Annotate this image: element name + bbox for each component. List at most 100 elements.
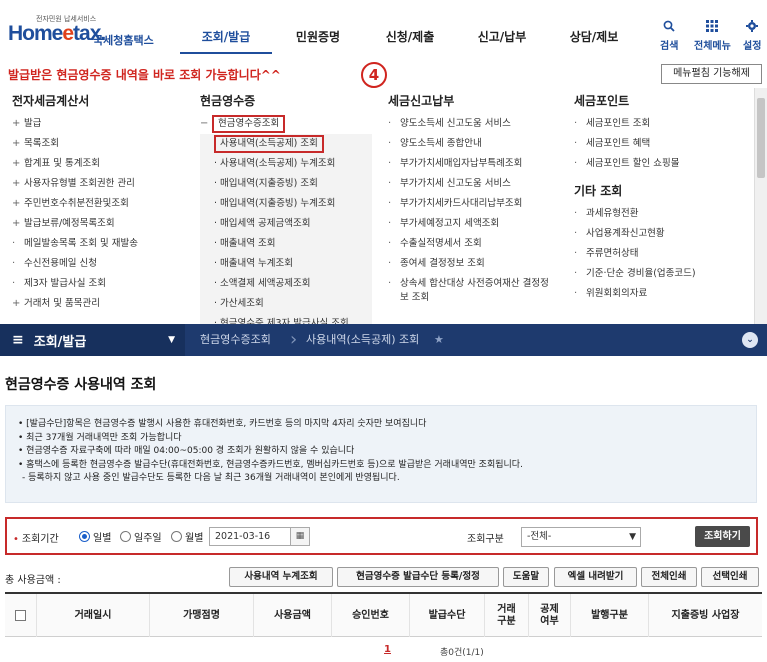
menu-item[interactable]: · 기준·단순 경비율(업종코드) — [574, 264, 696, 284]
all-menu-button[interactable]: 전체메뉴 — [694, 20, 731, 52]
submenu-item[interactable]: · 소액결제 세액공제조회 — [200, 274, 372, 294]
breadcrumb-home-menu[interactable]: ≡ 조회/발급 ▼ — [0, 324, 185, 356]
plus-icon: + — [12, 138, 21, 149]
menu-item[interactable]: + 주민번호수취분전환및조회 — [12, 194, 138, 214]
select-all-cell — [5, 594, 37, 637]
issue-method-register-button[interactable]: 현금영수증 발급수단 등록/정정 — [337, 567, 499, 587]
menu-item[interactable]: · 부가가치세 신고도움 서비스 — [388, 174, 549, 194]
type-select[interactable]: -전체- ▼ — [521, 527, 641, 547]
submenu-item[interactable]: · 매출내역 누계조회 — [200, 254, 372, 274]
menu-item[interactable]: + 합계표 및 통계조회 — [12, 154, 138, 174]
gnb-report-pay[interactable]: 신고/납부 — [456, 28, 548, 54]
bullet-icon: · — [574, 228, 578, 239]
mega-menu-scrollbar[interactable] — [754, 88, 767, 324]
excel-download-button[interactable]: 엑셀 내려받기 — [554, 567, 637, 587]
mega-menu: 전자세금계산서 + 발급 + 목록조회 + 합계표 및 통계조회 + 사용자유형별 조회… — [0, 88, 767, 334]
calendar-icon[interactable]: ▦ — [291, 527, 310, 546]
select-all-checkbox[interactable] — [15, 610, 26, 621]
menu-item[interactable]: · 상속세 합산대상 사전증여재산 결정정 — [388, 277, 549, 291]
menu-item[interactable]: · 주류면허상태 — [574, 244, 696, 264]
gnb-consult-report[interactable]: 상담/제보 — [548, 28, 640, 54]
menu-item[interactable]: · 부가가치세카드사대리납부조회 — [388, 194, 549, 214]
breadcrumb-item-usage[interactable]: 사용내역(소득공제) 조회 — [306, 324, 419, 356]
gnb-civil-cert[interactable]: 민원증명 — [272, 28, 364, 54]
menu-item[interactable]: · 세금포인트 조회 — [574, 114, 696, 134]
chevron-down-icon[interactable]: ⌄ — [742, 332, 758, 348]
menu-item[interactable]: · 과세유형전환 — [574, 204, 696, 224]
plus-icon: + — [12, 218, 21, 229]
bullet-icon: · — [574, 268, 578, 279]
menu-col-tax-point: 세금포인트 · 세금포인트 조회 · 세금포인트 혜택 · 세금포인트 할인 쇼핑몰 … — [574, 88, 696, 304]
menu-item[interactable]: · 위원회회의자료 — [574, 284, 696, 304]
radio-weekly[interactable]: 일주일 — [120, 529, 162, 544]
menu-item[interactable]: · 세금포인트 혜택 — [574, 134, 696, 154]
page-number-current[interactable]: 1 — [384, 644, 391, 655]
cumulative-inquiry-button[interactable]: 사용내역 누계조회 — [229, 567, 333, 587]
hometax-logo[interactable]: 전자민원 납세서비스 Homeetax. 국세청홈택스 — [8, 14, 168, 50]
print-selected-button[interactable]: 선택인쇄 — [701, 567, 759, 587]
search-icon — [663, 20, 675, 35]
menu-item[interactable]: · 세금포인트 할인 쇼핑몰 — [574, 154, 696, 174]
bullet-icon: · — [574, 208, 578, 219]
plus-icon: + — [12, 178, 21, 189]
menu-item-cont[interactable]: 보 조회 — [388, 291, 549, 305]
menu-item[interactable]: · 양도소득세 종합안내 — [388, 134, 549, 154]
caret-down-icon: ▼ — [168, 335, 175, 345]
menu-item[interactable]: · 양도소득세 신고도움 서비스 — [388, 114, 549, 134]
col-header-deduction: 공제 여부 — [529, 594, 571, 637]
menu-item[interactable]: + 사용자유형별 조회권한 관리 — [12, 174, 138, 194]
breadcrumb-item-cash-receipt[interactable]: 현금영수증조회 — [200, 324, 271, 356]
menu-item[interactable]: + 목록조회 — [12, 134, 138, 154]
bullet-icon: · — [388, 218, 392, 229]
bullet-icon: · — [388, 258, 392, 269]
submenu-item[interactable]: · 사용내역(소득공제) 누계조회 — [200, 154, 372, 174]
scrollbar-thumb[interactable] — [757, 98, 765, 178]
submenu-item[interactable]: · 매입내역(지출증빙) 조회 — [200, 174, 372, 194]
menu-expand-off-button[interactable]: 메뉴펼침 기능해제 — [661, 64, 762, 84]
menu-item[interactable]: · 메일발송목록 조회 및 재발송 — [12, 234, 138, 254]
minus-icon: − — [200, 118, 209, 129]
menu-item[interactable]: + 발급 — [12, 114, 138, 134]
notice-text: 발급받은 현금영수증 내역을 바로 조회 가능합니다^^ — [8, 68, 281, 82]
submenu-item[interactable]: · 매입내역(지출증빙) 누계조회 — [200, 194, 372, 214]
plus-icon: + — [12, 158, 21, 169]
menu-item[interactable]: + 거래처 및 품목관리 — [12, 294, 138, 314]
menu-item-active-parent[interactable]: − 현금영수증조회 — [200, 114, 372, 134]
search-util-label: 검색 — [660, 41, 679, 52]
menu-item[interactable]: · 사업용계좌신고현황 — [574, 224, 696, 244]
menu-item[interactable]: + 발급보류/예정목록조회 — [12, 214, 138, 234]
submenu-item[interactable]: · 매출내역 조회 — [200, 234, 372, 254]
menu-item[interactable]: · 수출실적명세서 조회 — [388, 234, 549, 254]
menu-col-title-other: 기타 조회 — [574, 184, 623, 198]
settings-button[interactable]: 설정 — [743, 20, 761, 52]
radio-monthly[interactable]: 월별 — [171, 529, 203, 544]
bullet-icon: · — [388, 158, 392, 169]
search-button[interactable]: 조회하기 — [695, 526, 750, 547]
submenu-list: 사용내역(소득공제) 조회 · 사용내역(소득공제) 누계조회 · 매입내역(지… — [200, 134, 372, 334]
gnb-apply-submit[interactable]: 신청/제출 — [364, 28, 456, 54]
step-number-badge: 4 — [361, 62, 387, 88]
submenu-item[interactable]: · 가산세조회 — [200, 294, 372, 314]
search-util-button[interactable]: 검색 — [660, 20, 678, 52]
menu-item[interactable]: · 종여세 결정정보 조회 — [388, 254, 549, 274]
all-menu-label: 전체메뉴 — [694, 41, 731, 52]
menu-item[interactable]: · 제3자 발급사실 조회 — [12, 274, 138, 294]
breadcrumb: ≡ 조회/발급 ▼ 현금영수증조회 › 사용내역(소득공제) 조회 ★ ⌄ — [0, 324, 767, 356]
submenu-item[interactable]: · 매입세액 공제금액조회 — [200, 214, 372, 234]
menu-item[interactable]: · 부가가치세매입자납부특례조회 — [388, 154, 549, 174]
radio-daily[interactable]: 일별 — [79, 529, 111, 544]
menu-item[interactable]: · 수신전용메일 신청 — [12, 254, 138, 274]
total-amount-label: 총 사용금액 : — [5, 575, 61, 586]
date-field[interactable]: 2021-03-16 — [209, 527, 291, 546]
result-count: 총0건(1/1) — [440, 648, 484, 658]
global-nav: 조회/발급 민원증명 신청/제출 신고/납부 상담/제보 — [180, 28, 640, 54]
submenu-item-active[interactable]: 사용내역(소득공제) 조회 — [200, 134, 372, 154]
bullet-icon: · — [388, 238, 392, 249]
help-button[interactable]: 도움말 — [503, 567, 549, 587]
menu-item[interactable]: · 부가세예정고지 세액조회 — [388, 214, 549, 234]
star-icon[interactable]: ★ — [434, 324, 444, 356]
gnb-inquiry-issue[interactable]: 조회/발급 — [180, 28, 272, 54]
print-all-button[interactable]: 전체인쇄 — [641, 567, 697, 587]
top-header: 전자민원 납세서비스 Homeetax. 국세청홈택스 조회/발급 민원증명 신… — [0, 0, 767, 62]
info-line: • 최근 37개월 거래내역만 조회 가능합니다 — [18, 432, 182, 443]
